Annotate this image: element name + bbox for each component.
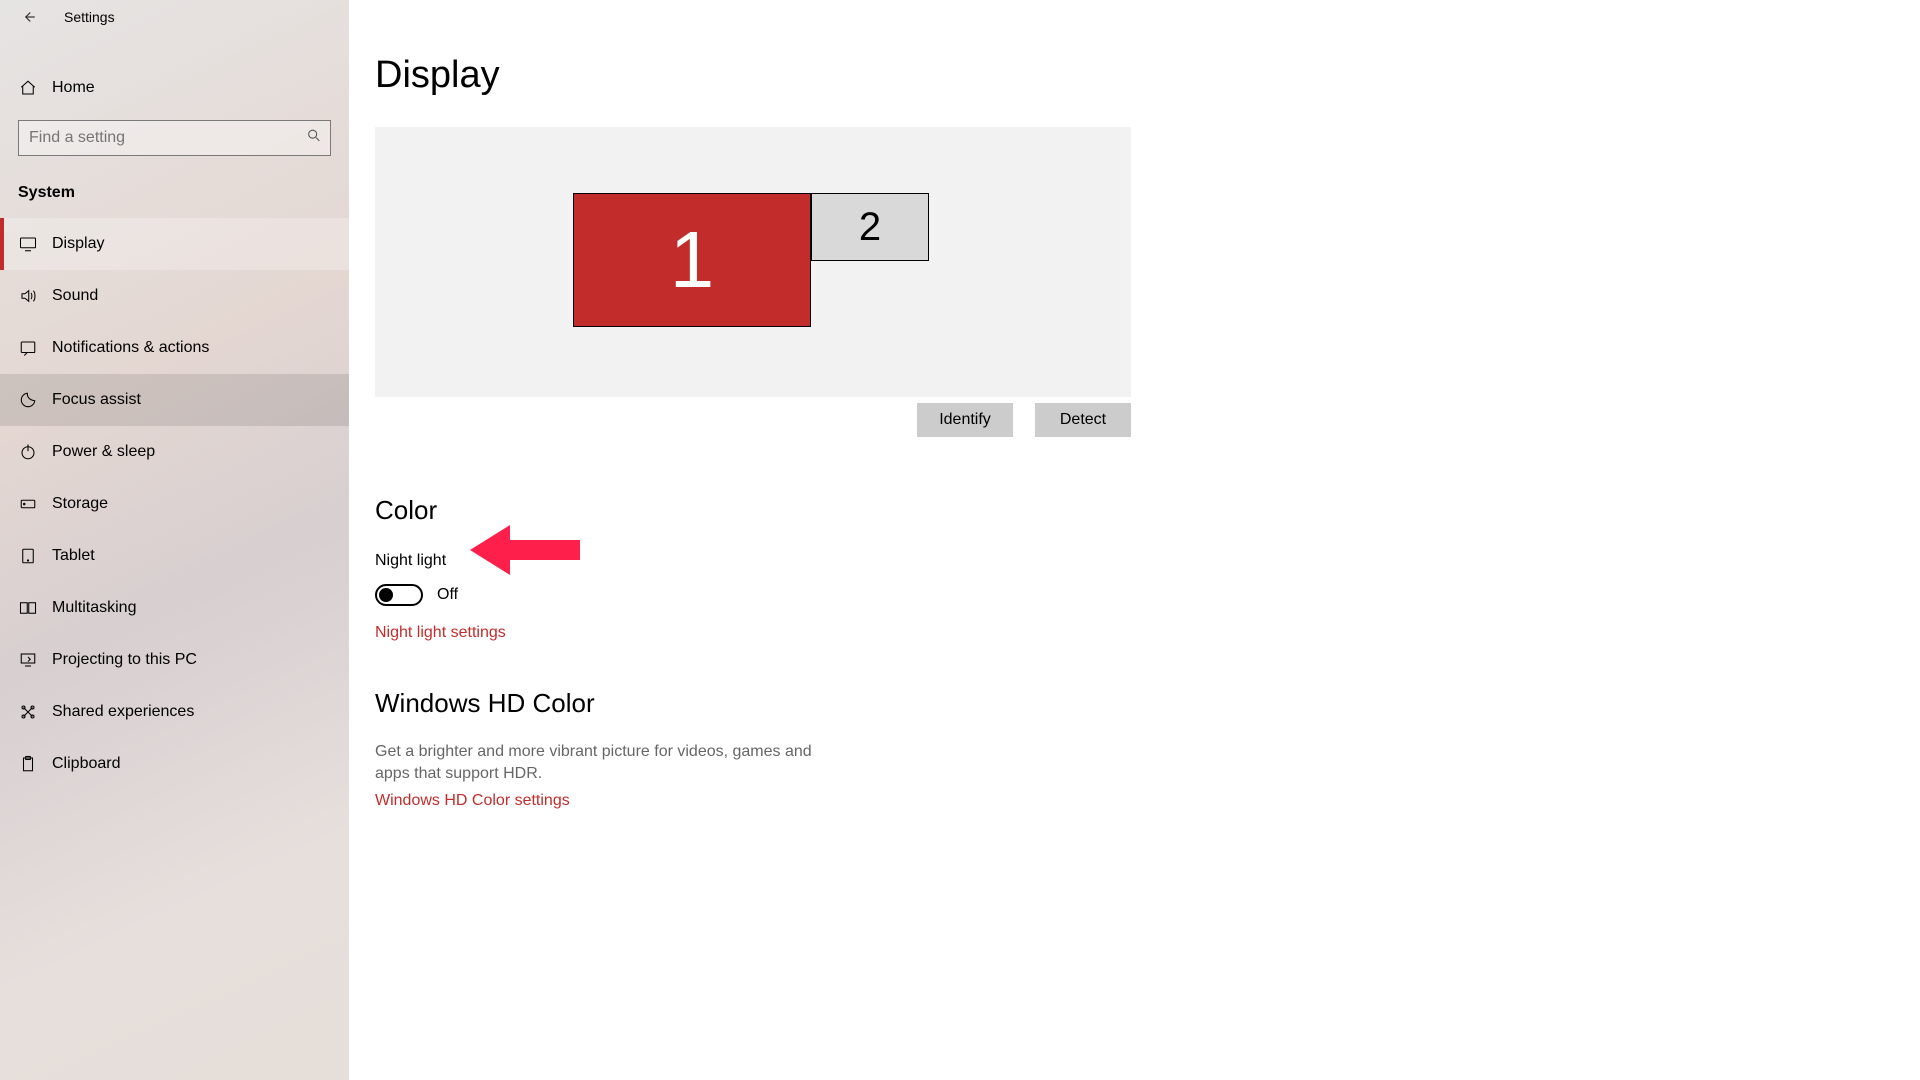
- monitor-arrangement-area[interactable]: 1 2: [375, 127, 1131, 397]
- clipboard-icon: [18, 754, 38, 774]
- sidebar-item-label: Shared experiences: [52, 703, 194, 721]
- sidebar-item-storage[interactable]: Storage: [0, 478, 349, 530]
- sidebar-item-label: Display: [52, 235, 104, 253]
- sidebar-item-label: Clipboard: [52, 755, 120, 773]
- sidebar: Settings Home System Display Sound Notif…: [0, 0, 349, 1080]
- sidebar-item-power-sleep[interactable]: Power & sleep: [0, 426, 349, 478]
- night-light-label: Night light: [349, 526, 1920, 570]
- hdr-description: Get a brighter and more vibrant picture …: [349, 719, 869, 784]
- sidebar-item-shared-experiences[interactable]: Shared experiences: [0, 686, 349, 738]
- search-box[interactable]: [18, 120, 331, 156]
- sidebar-item-label: Tablet: [52, 547, 95, 565]
- sidebar-home-label: Home: [52, 79, 95, 97]
- search-icon: [306, 128, 322, 149]
- identify-button[interactable]: Identify: [917, 403, 1013, 437]
- sidebar-item-label: Sound: [52, 287, 98, 305]
- sidebar-item-label: Focus assist: [52, 391, 141, 409]
- page-title: Display: [349, 0, 1920, 97]
- night-light-settings-link[interactable]: Night light settings: [349, 606, 506, 642]
- sidebar-item-label: Multitasking: [52, 599, 136, 617]
- sidebar-item-sound[interactable]: Sound: [0, 270, 349, 322]
- sidebar-item-clipboard[interactable]: Clipboard: [0, 738, 349, 790]
- tablet-icon: [18, 546, 38, 566]
- sound-icon: [18, 286, 38, 306]
- projecting-icon: [18, 650, 38, 670]
- multitasking-icon: [18, 598, 38, 618]
- sidebar-item-label: Storage: [52, 495, 108, 513]
- home-icon: [18, 78, 38, 98]
- sidebar-item-label: Power & sleep: [52, 443, 155, 461]
- monitor-2[interactable]: 2: [811, 193, 929, 261]
- notifications-icon: [18, 338, 38, 358]
- sidebar-item-notifications[interactable]: Notifications & actions: [0, 322, 349, 374]
- search-input[interactable]: [19, 121, 330, 155]
- sidebar-section-system: System: [0, 156, 349, 218]
- arrow-left-icon: [19, 8, 37, 26]
- shared-experiences-icon: [18, 702, 38, 722]
- sidebar-item-projecting[interactable]: Projecting to this PC: [0, 634, 349, 686]
- night-light-state: Off: [437, 586, 458, 604]
- power-icon: [18, 442, 38, 462]
- night-light-toggle[interactable]: [375, 584, 423, 606]
- section-heading-hdr: Windows HD Color: [349, 642, 1920, 719]
- storage-icon: [18, 494, 38, 514]
- sidebar-item-label: Notifications & actions: [52, 339, 209, 357]
- sidebar-item-multitasking[interactable]: Multitasking: [0, 582, 349, 634]
- sidebar-item-focus-assist[interactable]: Focus assist: [0, 374, 349, 426]
- section-heading-color: Color: [349, 437, 1920, 526]
- display-icon: [18, 234, 38, 254]
- main-content: Display 1 2 Identify Detect Color Night …: [349, 0, 1920, 1080]
- detect-button[interactable]: Detect: [1035, 403, 1131, 437]
- sidebar-item-display[interactable]: Display: [0, 218, 349, 270]
- back-button[interactable]: [16, 5, 40, 29]
- sidebar-item-tablet[interactable]: Tablet: [0, 530, 349, 582]
- sidebar-home[interactable]: Home: [0, 62, 349, 114]
- focus-assist-icon: [18, 390, 38, 410]
- sidebar-item-label: Projecting to this PC: [52, 651, 197, 669]
- monitor-1[interactable]: 1: [573, 193, 811, 327]
- hdr-settings-link[interactable]: Windows HD Color settings: [349, 784, 570, 810]
- app-title: Settings: [64, 9, 115, 25]
